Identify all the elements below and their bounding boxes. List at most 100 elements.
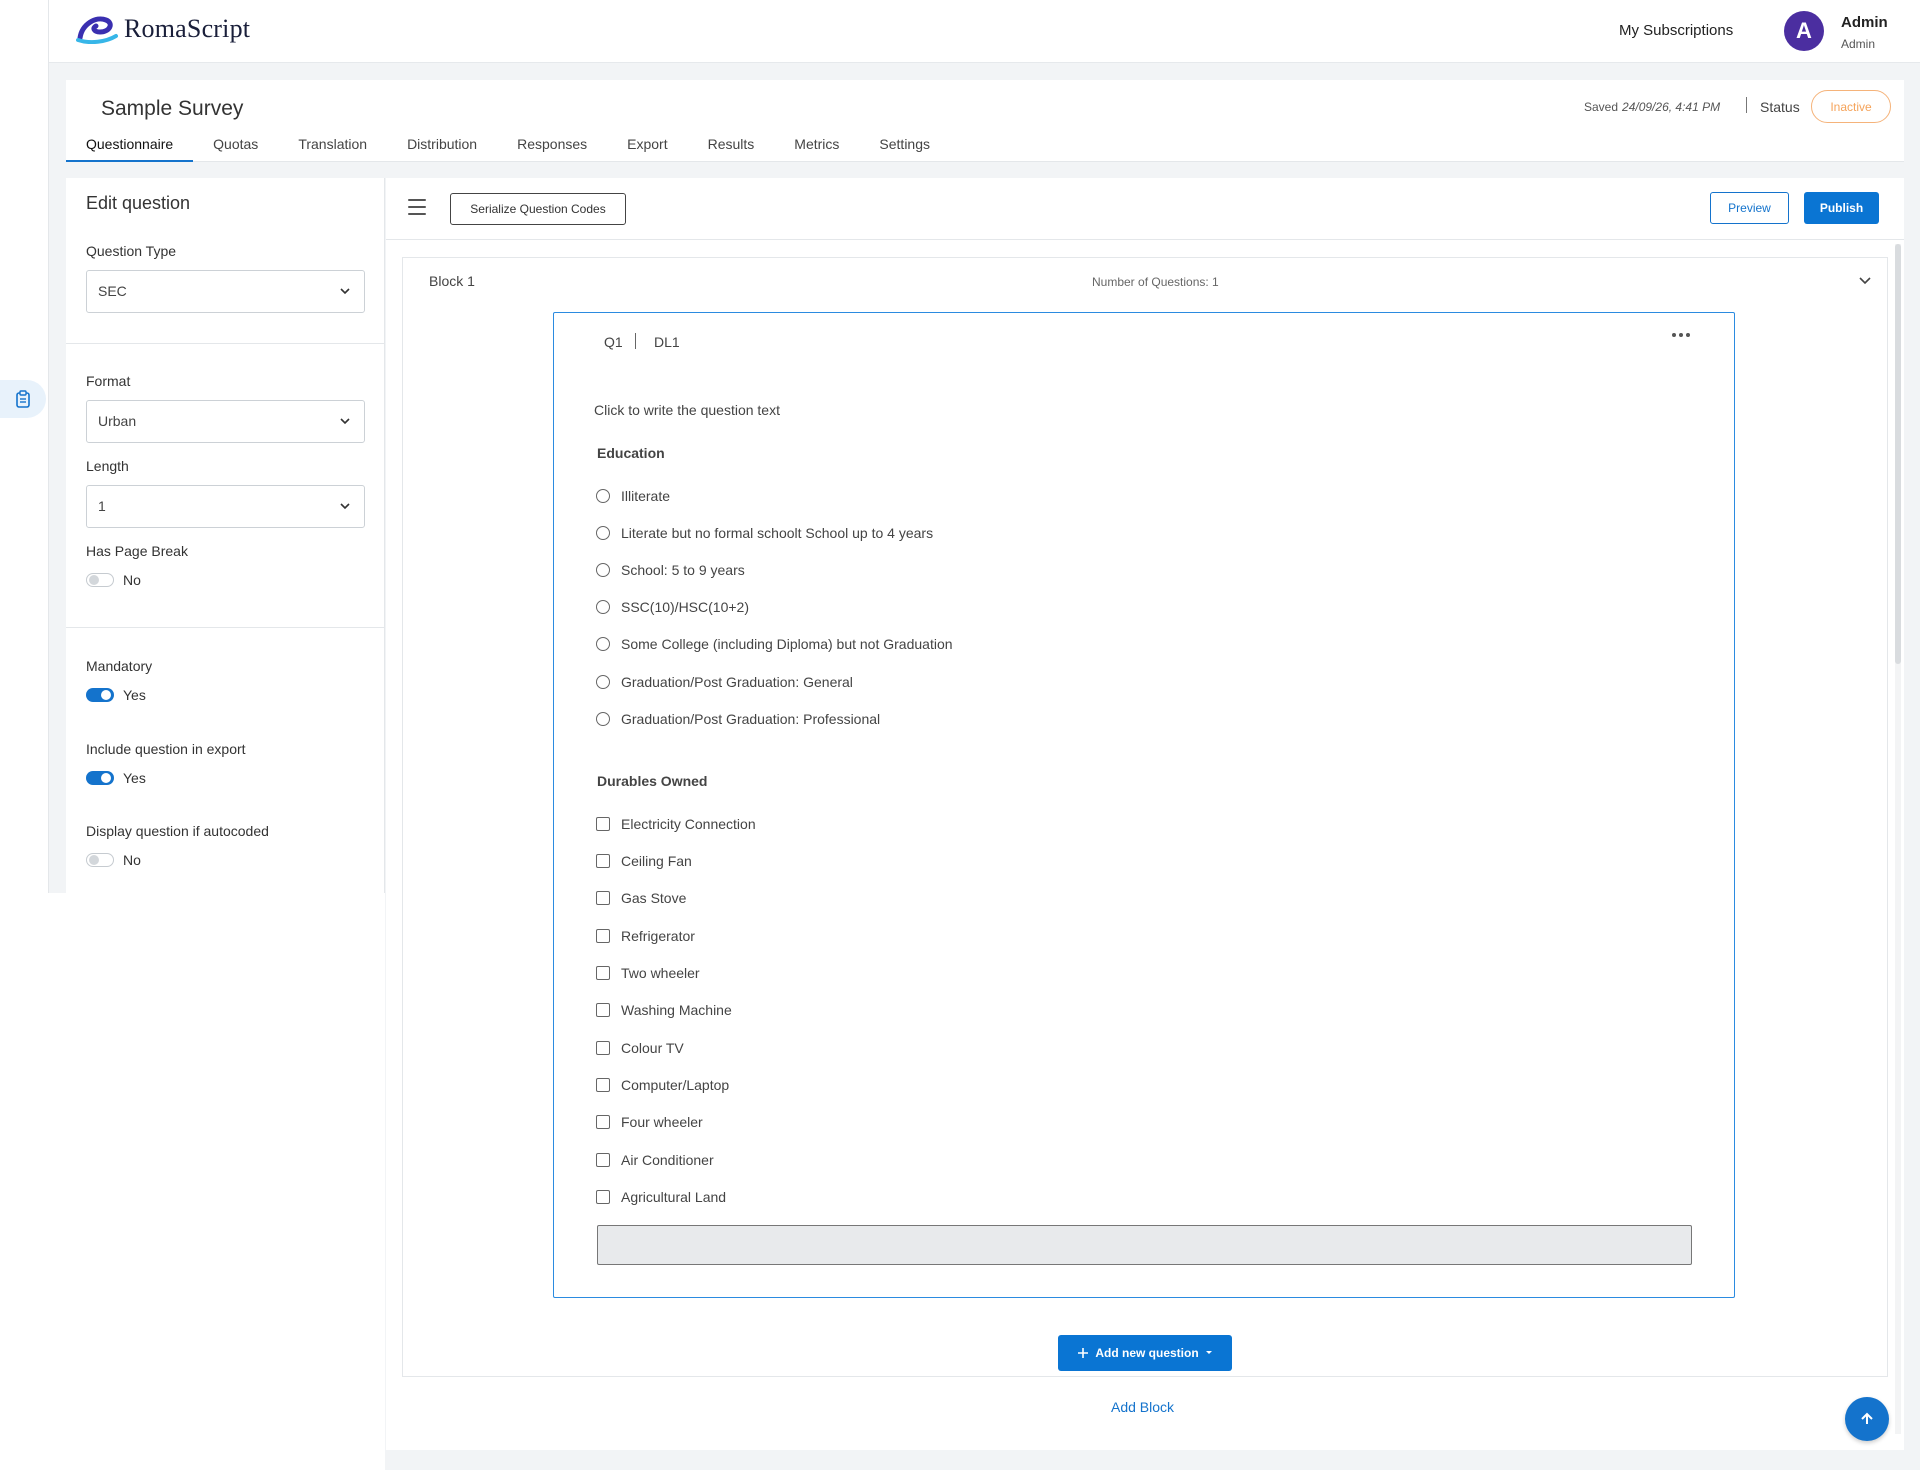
radio-button[interactable] <box>596 563 610 577</box>
autocoded-toggle[interactable] <box>86 853 114 867</box>
question-card[interactable]: Q1 DL1 Click to write the question text … <box>553 312 1735 1298</box>
serialize-question-codes-button[interactable]: Serialize Question Codes <box>450 193 626 225</box>
tab-distribution[interactable]: Distribution <box>387 134 497 162</box>
divider <box>66 343 385 344</box>
length-select[interactable]: 1 <box>86 485 365 528</box>
page-break-toggle[interactable] <box>86 573 114 587</box>
education-option[interactable]: Some College (including Diploma) but not… <box>596 636 953 652</box>
option-label: Ceiling Fan <box>621 853 692 869</box>
left-rail <box>0 0 49 893</box>
tab-quotas[interactable]: Quotas <box>193 134 278 162</box>
format-select[interactable]: Urban <box>86 400 365 443</box>
tab-settings[interactable]: Settings <box>859 134 950 162</box>
durables-option[interactable]: Air Conditioner <box>596 1152 714 1168</box>
durables-option[interactable]: Gas Stove <box>596 890 686 906</box>
question-type-select[interactable]: SEC <box>86 270 365 313</box>
add-new-question-button[interactable]: Add new question <box>1058 1335 1232 1371</box>
page-break-value: No <box>123 572 141 588</box>
length-label: Length <box>86 458 129 474</box>
checkbox[interactable] <box>596 1153 610 1167</box>
radio-button[interactable] <box>596 489 610 503</box>
durables-option[interactable]: Agricultural Land <box>596 1189 726 1205</box>
questionnaire-rail-button[interactable] <box>0 380 46 418</box>
radio-button[interactable] <box>596 526 610 540</box>
radio-button[interactable] <box>596 675 610 689</box>
question-code: Q1 <box>604 334 623 350</box>
checkbox[interactable] <box>596 929 610 943</box>
page-break-toggle-row: No <box>86 572 141 588</box>
checkbox[interactable] <box>596 854 610 868</box>
mandatory-toggle-row: Yes <box>86 687 146 703</box>
checkbox[interactable] <box>596 1041 610 1055</box>
option-label: Four wheeler <box>621 1114 703 1130</box>
option-label: Two wheeler <box>621 965 700 981</box>
option-label: Gas Stove <box>621 890 687 906</box>
checkbox[interactable] <box>596 966 610 980</box>
divider <box>1746 97 1747 113</box>
panel-spacer <box>49 893 385 1470</box>
chevron-down-icon <box>340 288 350 295</box>
avatar[interactable]: A <box>1784 11 1824 51</box>
checkbox[interactable] <box>596 817 610 831</box>
block-title[interactable]: Block 1 <box>429 273 475 289</box>
durables-option[interactable]: Electricity Connection <box>596 816 756 832</box>
menu-icon[interactable] <box>408 199 426 215</box>
durables-option[interactable]: Washing Machine <box>596 1002 732 1018</box>
question-text[interactable]: Click to write the question text <box>594 402 780 418</box>
tab-translation[interactable]: Translation <box>278 134 387 162</box>
divider <box>635 333 636 349</box>
checkbox[interactable] <box>596 891 610 905</box>
block-question-count: Number of Questions: 1 <box>1092 275 1219 289</box>
radio-button[interactable] <box>596 600 610 614</box>
preview-button[interactable]: Preview <box>1710 192 1789 224</box>
radio-button[interactable] <box>596 637 610 651</box>
checkbox[interactable] <box>596 1078 610 1092</box>
tab-export[interactable]: Export <box>607 134 687 162</box>
user-name[interactable]: Admin <box>1841 14 1888 31</box>
text-input[interactable] <box>597 1225 1692 1265</box>
mandatory-toggle[interactable] <box>86 688 114 702</box>
durables-option[interactable]: Colour TV <box>596 1040 684 1056</box>
saved-time: 24/09/26, 4:41 PM <box>1622 100 1721 114</box>
caret-down-icon <box>1205 1351 1212 1354</box>
durables-option[interactable]: Refrigerator <box>596 928 695 944</box>
export-label: Include question in export <box>86 741 246 757</box>
durables-option[interactable]: Four wheeler <box>596 1114 703 1130</box>
education-option[interactable]: Literate but no formal schoolt School up… <box>596 525 933 541</box>
romascript-logo-icon <box>76 16 118 44</box>
option-label: Refrigerator <box>621 928 695 944</box>
scrollbar-thumb[interactable] <box>1895 244 1901 664</box>
durables-option[interactable]: Ceiling Fan <box>596 853 692 869</box>
option-label: Literate but no formal schoolt School up… <box>621 525 934 541</box>
my-subscriptions-link[interactable]: My Subscriptions <box>1619 22 1733 39</box>
format-value: Urban <box>98 413 137 429</box>
option-label: Electricity Connection <box>621 816 756 832</box>
scroll-to-top-button[interactable] <box>1845 1397 1889 1441</box>
radio-button[interactable] <box>596 712 610 726</box>
option-label: School: 5 to 9 years <box>621 562 745 578</box>
brand-logo[interactable]: RomaScript <box>76 14 250 44</box>
education-option[interactable]: School: 5 to 9 years <box>596 562 745 578</box>
plus-icon <box>1078 1348 1089 1358</box>
education-option[interactable]: SSC(10)/HSC(10+2) <box>596 599 749 615</box>
checkbox[interactable] <box>596 1115 610 1129</box>
collapse-chevron-icon[interactable] <box>1858 276 1872 286</box>
checkbox[interactable] <box>596 1190 610 1204</box>
export-toggle[interactable] <box>86 771 114 785</box>
tab-metrics[interactable]: Metrics <box>774 134 859 162</box>
tab-responses[interactable]: Responses <box>497 134 607 162</box>
education-option[interactable]: Graduation/Post Graduation: General <box>596 674 853 690</box>
publish-button[interactable]: Publish <box>1804 192 1879 224</box>
status-badge[interactable]: Inactive <box>1811 90 1891 123</box>
durables-option[interactable]: Two wheeler <box>596 965 700 981</box>
more-options-icon[interactable] <box>1672 333 1690 337</box>
checkbox[interactable] <box>596 1003 610 1017</box>
question-label[interactable]: DL1 <box>654 334 680 350</box>
add-block-link[interactable]: Add Block <box>1111 1399 1174 1415</box>
education-option[interactable]: Graduation/Post Graduation: Professional <box>596 711 880 727</box>
tab-questionnaire[interactable]: Questionnaire <box>66 134 194 162</box>
education-option[interactable]: Illiterate <box>596 488 670 504</box>
durables-option[interactable]: Computer/Laptop <box>596 1077 729 1093</box>
page-break-label: Has Page Break <box>86 543 188 559</box>
tab-results[interactable]: Results <box>688 134 775 162</box>
